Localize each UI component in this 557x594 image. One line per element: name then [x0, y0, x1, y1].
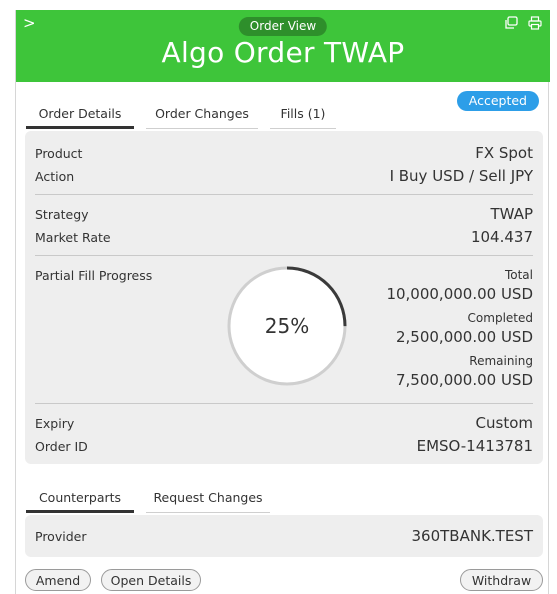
strategy-label: Strategy [35, 207, 89, 222]
popout-icon[interactable] [504, 16, 518, 30]
order-details-panel: Product FX Spot Action I Buy USD / Sell … [25, 131, 543, 464]
remaining-label: Remaining [469, 354, 533, 368]
order-view-window: > Order View Algo Order TWAP Accepted Or… [15, 10, 550, 594]
header-bar: > Order View Algo Order TWAP [16, 10, 550, 82]
remaining-value: 7,500,000.00 USD [395, 371, 533, 389]
divider [35, 194, 533, 195]
product-label: Product [35, 146, 83, 161]
total-label: Total [504, 268, 533, 282]
strategy-value: TWAP [490, 205, 533, 223]
print-icon[interactable] [528, 16, 542, 30]
progress-amounts: Total 10,000,000.00 USD Completed 2,500,… [386, 268, 533, 389]
provider-row: Provider 360TBANK.TEST [35, 527, 533, 545]
strategy-row: Strategy TWAP [35, 205, 533, 223]
amend-button[interactable]: Amend [25, 569, 91, 591]
expiry-label: Expiry [35, 416, 75, 431]
action-label: Action [35, 169, 75, 184]
tab-spacer [258, 106, 270, 129]
tab-order-changes[interactable]: Order Changes [146, 106, 258, 129]
tab-request-changes[interactable]: Request Changes [146, 490, 270, 513]
market-rate-value: 104.437 [470, 228, 533, 246]
market-rate-label: Market Rate [35, 230, 111, 245]
provider-value: 360TBANK.TEST [411, 527, 534, 545]
action-value: I Buy USD / Sell JPY [389, 167, 533, 185]
expiry-row: Expiry Custom [35, 414, 533, 432]
order-id-label: Order ID [35, 439, 88, 454]
open-details-button[interactable]: Open Details [101, 569, 201, 591]
tab-counterparts[interactable]: Counterparts [26, 490, 134, 513]
provider-label: Provider [35, 529, 87, 544]
expiry-value: Custom [475, 414, 533, 432]
market-rate-row: Market Rate 104.437 [35, 228, 533, 246]
status-badge: Accepted [456, 91, 539, 111]
tab-spacer [134, 490, 146, 513]
withdraw-button[interactable]: Withdraw [460, 569, 543, 591]
order-id-value: EMSO-1413781 [416, 437, 533, 455]
expand-chevron-icon[interactable]: > [23, 14, 36, 32]
completed-label: Completed [467, 311, 533, 325]
completed-value: 2,500,000.00 USD [395, 328, 533, 346]
divider [35, 255, 533, 256]
divider [35, 403, 533, 404]
page-title: Algo Order TWAP [161, 36, 405, 69]
order-id-row: Order ID EMSO-1413781 [35, 437, 533, 455]
total-value: 10,000,000.00 USD [386, 285, 533, 303]
action-row: Action I Buy USD / Sell JPY [35, 167, 533, 185]
tab-fills[interactable]: Fills (1) [270, 106, 336, 129]
header-actions [504, 16, 542, 30]
tab-order-details[interactable]: Order Details [26, 106, 134, 129]
view-label-pill: Order View [238, 17, 328, 36]
tab-spacer [134, 106, 146, 129]
counterpart-tabs: Counterparts Request Changes [26, 490, 270, 513]
fill-progress-percent: 25% [264, 314, 310, 338]
order-tabs: Order Details Order Changes Fills (1) [26, 106, 336, 129]
counterparts-panel: Provider 360TBANK.TEST [25, 515, 543, 557]
product-row: Product FX Spot [35, 144, 533, 162]
partial-fill-progress-label: Partial Fill Progress [35, 268, 153, 283]
product-value: FX Spot [475, 144, 533, 162]
